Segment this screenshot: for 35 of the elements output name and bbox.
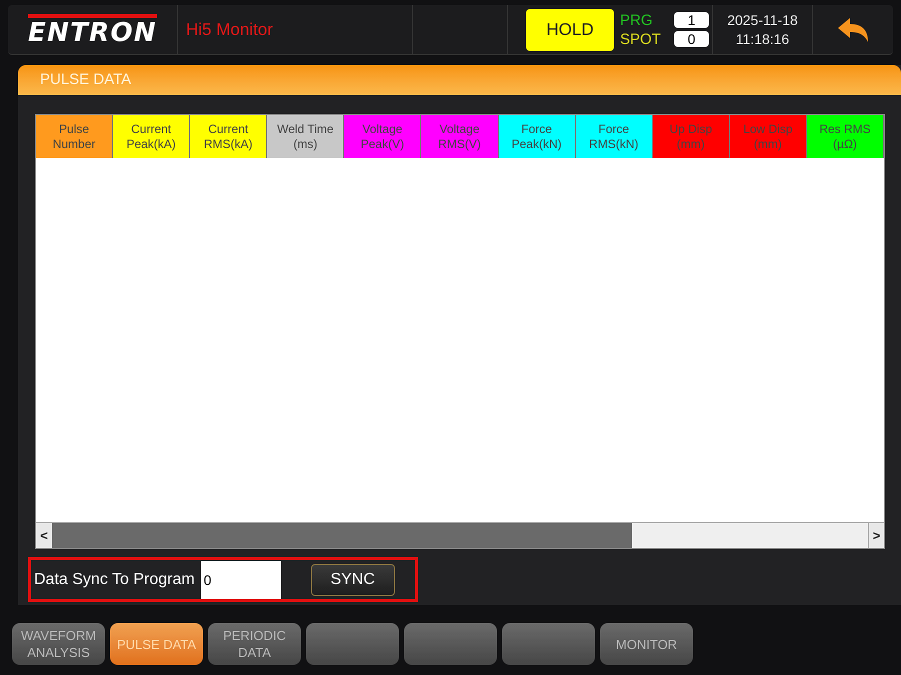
scroll-left-button[interactable]: < — [36, 523, 52, 548]
column-header: Weld Time (ms) — [267, 115, 344, 158]
scroll-thumb[interactable] — [52, 523, 632, 548]
column-header: Low Disp (mm) — [730, 115, 807, 158]
logo: ENTRON — [28, 14, 157, 46]
date: 2025-11-18 — [727, 10, 798, 30]
spot-value: 0 — [674, 31, 709, 47]
column-header: Force Peak(kN) — [498, 115, 576, 158]
program-input[interactable]: 0 — [200, 560, 281, 598]
scroll-right-button[interactable]: > — [868, 523, 884, 548]
column-header: Up Disp (mm) — [652, 115, 730, 158]
column-header: Voltage Peak(V) — [344, 115, 422, 158]
column-header: Current Peak(kA) — [113, 115, 190, 158]
sync-label: Data Sync To Program — [34, 570, 195, 590]
spot-label: SPOT — [620, 30, 662, 48]
nav-button[interactable] — [404, 623, 497, 665]
column-header: Pulse Number — [36, 115, 114, 158]
app-title: Hi5 Monitor — [186, 18, 273, 41]
column-header: Res RMS (µΩ) — [806, 115, 884, 158]
nav-button[interactable]: MONITOR — [600, 623, 693, 665]
sync-button[interactable]: SYNC — [310, 564, 395, 596]
panel-title: PULSE DATA — [40, 70, 132, 90]
nav-button[interactable] — [502, 623, 595, 665]
nav-button[interactable]: WAVEFORM ANALYSIS — [12, 623, 105, 665]
column-header: Voltage RMS(V) — [421, 115, 499, 158]
status-badge: HOLD — [526, 8, 614, 50]
nav-button[interactable] — [306, 623, 399, 665]
back-arrow-icon[interactable] — [836, 16, 870, 44]
horizontal-scrollbar[interactable]: < > — [36, 522, 884, 548]
program-label: PRG — [620, 10, 654, 30]
column-header: Force RMS(kN) — [576, 115, 653, 158]
nav-button[interactable]: PERIODIC DATA — [208, 623, 301, 665]
column-header: Current RMS(kA) — [190, 115, 268, 158]
time: 11:18:16 — [736, 30, 790, 48]
program-value: 1 — [674, 12, 709, 28]
